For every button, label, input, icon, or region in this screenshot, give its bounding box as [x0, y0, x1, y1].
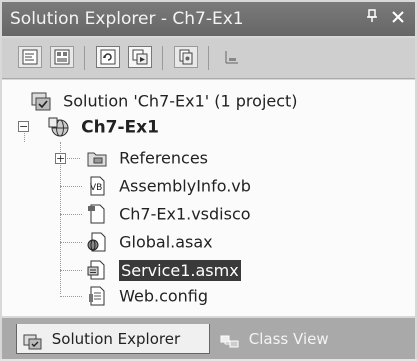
- project-label: Ch7-Ex1: [81, 117, 159, 138]
- global-asax-icon: [86, 231, 108, 253]
- refresh-button[interactable]: [96, 46, 120, 68]
- toolbar-separator: [208, 46, 209, 70]
- assemblyinfo-label: AssemblyInfo.vb: [119, 176, 251, 196]
- web-project-icon: [48, 116, 70, 138]
- title-bar[interactable]: Solution Explorer - Ch7-Ex1: [2, 2, 415, 36]
- global-asax-label: Global.asax: [119, 232, 213, 252]
- config-file-icon: [86, 285, 108, 307]
- tab-class-view[interactable]: Class View: [214, 324, 362, 354]
- tree-item-solution[interactable]: Solution 'Ch7-Ex1' (1 project): [30, 88, 298, 114]
- asmx-file-icon: [86, 259, 108, 281]
- service1-asmx-label: Service1.asmx: [119, 259, 241, 281]
- disco-file-icon: [86, 203, 108, 225]
- references-folder-icon: [86, 147, 108, 169]
- tree-connector: [60, 270, 82, 271]
- tree-item-assemblyinfo[interactable]: VB AssemblyInfo.vb: [86, 173, 251, 199]
- tree-item-service1-asmx[interactable]: Service1.asmx: [86, 257, 241, 283]
- class-view-icon: [220, 331, 240, 349]
- solution-explorer-window: Solution Explorer - Ch7-Ex1 Solution 'Ch…: [0, 0, 417, 359]
- show-all-files-button[interactable]: [128, 46, 152, 68]
- pin-icon[interactable]: [362, 8, 382, 28]
- show-all-files-icon: [132, 49, 148, 65]
- tree-connector: [60, 296, 82, 297]
- references-label: References: [119, 148, 208, 168]
- view-code-icon: [22, 49, 38, 65]
- svg-text:VB: VB: [90, 183, 102, 193]
- view-designer-button[interactable]: [50, 46, 74, 68]
- collapse-toggle[interactable]: −: [18, 121, 29, 132]
- toolbar: [2, 38, 415, 79]
- copy-project-icon: [179, 49, 193, 65]
- solution-explorer-icon: [23, 331, 43, 349]
- solution-tree[interactable]: Solution 'Ch7-Ex1' (1 project) − Ch7-Ex1…: [2, 80, 415, 316]
- tab-solution-explorer[interactable]: Solution Explorer: [16, 324, 210, 354]
- copy-project-button[interactable]: [174, 46, 198, 68]
- vsdisco-label: Ch7-Ex1.vsdisco: [119, 204, 251, 224]
- tree-connector: [60, 214, 82, 215]
- tree-item-references[interactable]: References: [86, 145, 208, 171]
- tab-bar: Solution Explorer Class View: [2, 318, 415, 359]
- refresh-icon: [100, 49, 116, 65]
- view-designer-icon: [54, 49, 70, 65]
- web-config-label: Web.config: [119, 286, 209, 306]
- tree-item-vsdisco[interactable]: Ch7-Ex1.vsdisco: [86, 201, 251, 227]
- tree-connector: [60, 186, 82, 187]
- close-icon[interactable]: [388, 8, 408, 28]
- properties-icon: [225, 51, 238, 64]
- toolbar-separator: [84, 46, 85, 70]
- tree-item-project[interactable]: Ch7-Ex1: [48, 114, 159, 140]
- tree-item-web-config[interactable]: Web.config: [86, 283, 208, 309]
- tab-solution-explorer-label: Solution Explorer: [51, 330, 181, 348]
- window-title: Solution Explorer - Ch7-Ex1: [10, 9, 244, 29]
- tree-connector: [60, 242, 82, 243]
- view-code-button[interactable]: [18, 46, 42, 68]
- vb-file-icon: VB: [86, 175, 108, 197]
- toolbar-separator: [162, 46, 163, 70]
- tab-class-view-label: Class View: [248, 330, 329, 348]
- expand-toggle[interactable]: +: [55, 153, 66, 164]
- solution-label: Solution 'Ch7-Ex1' (1 project): [63, 91, 298, 111]
- solution-icon: [30, 90, 52, 112]
- properties-button[interactable]: [220, 46, 244, 68]
- tree-item-global-asax[interactable]: Global.asax: [86, 229, 213, 255]
